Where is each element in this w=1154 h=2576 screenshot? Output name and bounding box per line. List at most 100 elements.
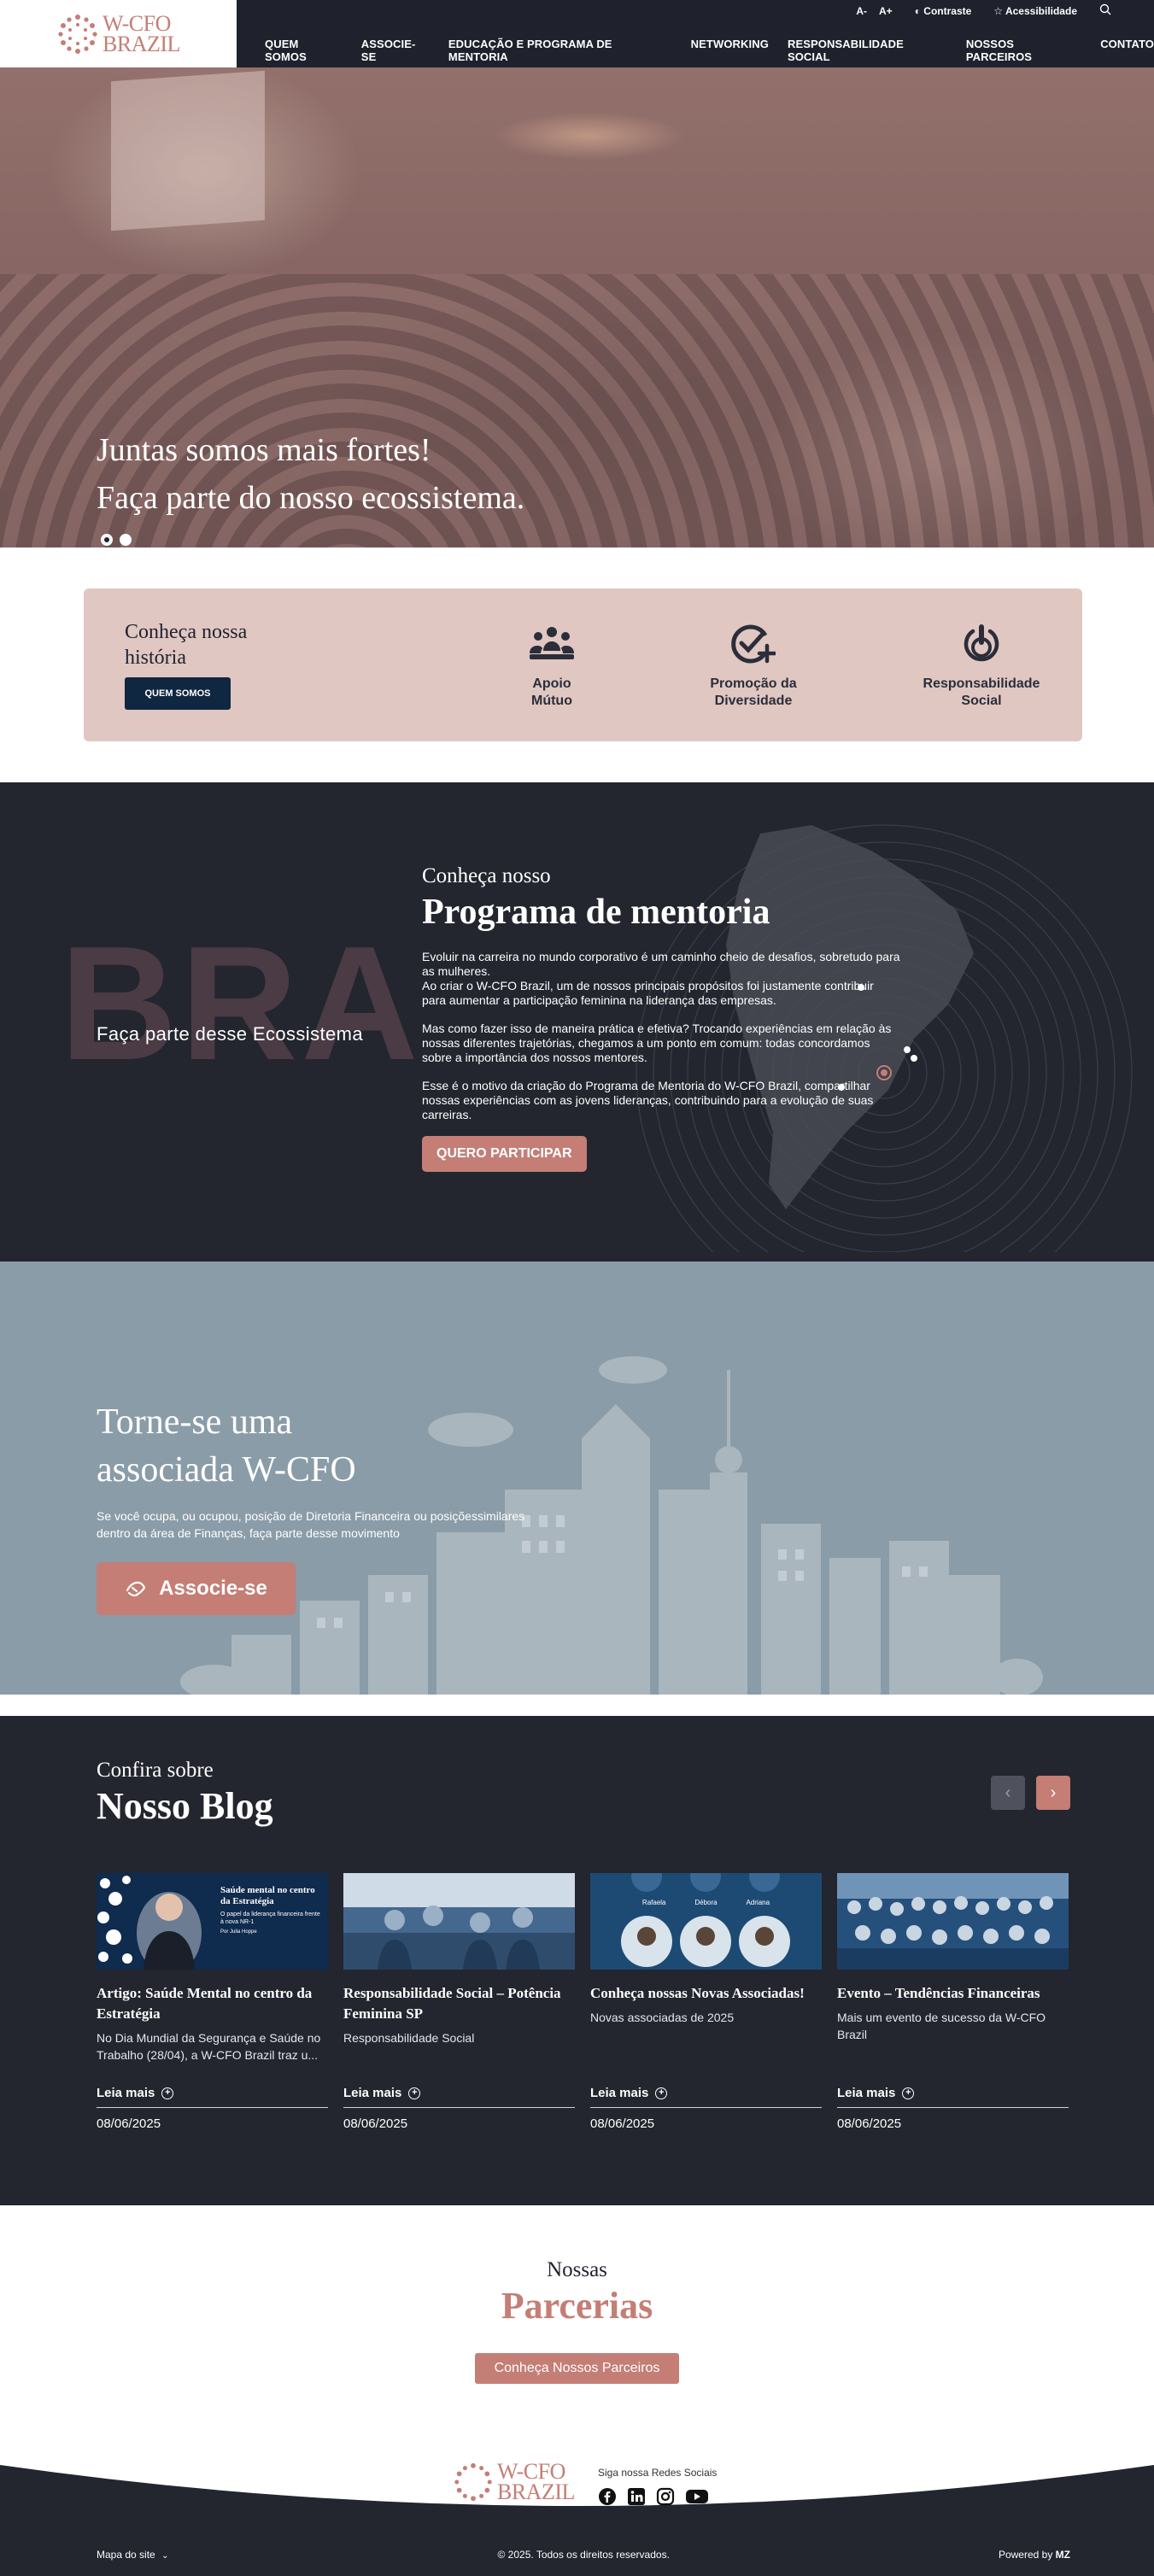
blog-card-excerpt: Mais um evento de sucesso da W-CFO Brazi… xyxy=(837,2011,1046,2041)
slider-dot-2[interactable] xyxy=(120,534,132,546)
feature-promocao-diversidade: Promoção da Diversidade xyxy=(668,623,839,710)
nav-networking[interactable]: Networking xyxy=(691,38,769,63)
blog-card-title[interactable]: Artigo: Saúde Mental no centro da Estrat… xyxy=(97,1983,328,2024)
hero-headline: Juntas somos mais fortes! Faça parte do … xyxy=(97,426,524,522)
linkedin-icon[interactable] xyxy=(627,2487,646,2506)
read-more-link[interactable]: Leia mais + xyxy=(97,2086,328,2108)
blog-card-title[interactable]: Conheça nossas Novas Associadas! xyxy=(590,1983,822,2004)
power-hand-icon xyxy=(964,624,999,662)
blog-card-excerpt: Responsabilidade Social xyxy=(343,2031,475,2045)
blog-card-excerpt: No Dia Mundial da Segurança e Saúde no T… xyxy=(97,2031,321,2062)
font-increase-button[interactable]: A+ xyxy=(879,5,893,17)
accessibility-button[interactable]: ☆ Acessibilidade xyxy=(993,5,1077,17)
blog-title: Nosso Blog xyxy=(97,1785,273,1827)
nav-associe-se[interactable]: Associe-se xyxy=(361,38,430,63)
handshake-icon xyxy=(126,1581,146,1597)
search-button[interactable] xyxy=(1099,3,1111,18)
read-more-label: Leia mais xyxy=(590,2086,649,2100)
footer-bar: Mapa do site ⌄ © 2025. Todos os direitos… xyxy=(0,2533,1154,2576)
quem-somos-button[interactable]: Quem Somos xyxy=(125,677,231,710)
read-more-label: Leia mais xyxy=(97,2086,155,2100)
mentoria-kicker: Conheça nosso xyxy=(422,864,551,887)
blog-thumb-tendencias-financeiras xyxy=(837,1873,1069,1970)
associe-title-line2: associada W-CFO xyxy=(97,1450,356,1490)
quero-participar-button[interactable]: Quero Participar xyxy=(422,1136,587,1172)
plus-circle-icon: + xyxy=(161,2087,174,2099)
blog-card-date: 08/06/2025 xyxy=(837,2116,902,2131)
hero-slider: Juntas somos mais fortes! Faça parte do … xyxy=(0,67,1154,547)
thumb-name-2: Débora xyxy=(694,1899,718,1906)
blog-card-date: 08/06/2025 xyxy=(343,2116,408,2131)
chevron-left-icon: ‹ xyxy=(1005,1783,1011,1802)
blog-card[interactable]: Saúde mental no centro da Estratégia O p… xyxy=(97,1873,328,2131)
nav-nossos-parceiros[interactable]: Nossos Parceiros xyxy=(966,38,1081,63)
nav-responsabilidade-social[interactable]: Responsabilidade Social xyxy=(788,38,947,63)
instagram-icon[interactable] xyxy=(656,2487,675,2506)
blog-next-button[interactable]: › xyxy=(1036,1776,1070,1810)
read-more-link[interactable]: Leia mais + xyxy=(590,2086,822,2108)
contrast-icon: ◐ xyxy=(914,4,921,17)
blog-card[interactable]: Rafaela Débora Adriana Conheça nossas No… xyxy=(590,1873,822,2131)
blog-card-excerpt: Novas associadas de 2025 xyxy=(590,2011,735,2024)
associe-se-label: Associe-se xyxy=(159,1577,267,1600)
read-more-link[interactable]: Leia mais + xyxy=(837,2086,1069,2108)
site-footer: W-CFO BRAZIL Siga nossa Redes Sociais Ma… xyxy=(0,2461,1154,2576)
parcerias-section: Nossas Parcerias Conheça Nossos Parceiro… xyxy=(0,2205,1154,2462)
nav-quem-somos[interactable]: Quem Somos xyxy=(265,38,343,63)
blog-card[interactable]: Evento – Tendências Financeiras Mais um … xyxy=(837,1873,1069,2131)
associe-content: Torne-se uma associada W-CFO Se você ocu… xyxy=(97,1398,541,1615)
feature-responsabilidade-social: Responsabilidade Social xyxy=(896,623,1067,710)
thumb-author: Por Julia Hoppe xyxy=(220,1929,257,1935)
history-card: Conheça nossa história Quem Somos Apoio … xyxy=(84,588,1082,741)
read-more-link[interactable]: Leia mais + xyxy=(343,2086,575,2108)
sitemap-toggle[interactable]: Mapa do site ⌄ xyxy=(97,2549,168,2561)
blog-card-title[interactable]: Evento – Tendências Financeiras xyxy=(837,1983,1069,2004)
logo-link[interactable]: W-CFO BRAZIL xyxy=(0,0,237,67)
sitemap-label: Mapa do site xyxy=(97,2549,155,2561)
footer-logo-line2: BRAZIL xyxy=(497,2479,575,2504)
blog-kicker: Confira sobre xyxy=(97,1759,214,1782)
nav-contato[interactable]: Contato xyxy=(1100,38,1154,63)
logo-line1: W-CFO xyxy=(103,10,171,36)
feature-promocao-line2: Diversidade xyxy=(714,694,793,708)
footer-curve xyxy=(0,2465,1154,2533)
feature-promocao-line1: Promoção da xyxy=(710,676,797,691)
blog-card-title[interactable]: Responsabilidade Social – Potência Femin… xyxy=(343,1983,575,2024)
logo-mark-icon xyxy=(454,2462,492,2502)
people-group-icon xyxy=(530,627,574,659)
conheca-parceiros-button[interactable]: Conheça Nossos Parceiros xyxy=(474,2353,680,2384)
blog-card[interactable]: Responsabilidade Social – Potência Femin… xyxy=(343,1873,575,2131)
mentoria-paragraph-2: Mas como fazer isso de maneira prática e… xyxy=(422,1022,892,1064)
plus-circle-icon: + xyxy=(655,2087,668,2099)
associe-section: Torne-se uma associada W-CFO Se você ocu… xyxy=(0,1262,1154,1695)
logo-line2: BRAZIL xyxy=(103,31,180,56)
blog-prev-button[interactable]: ‹ xyxy=(991,1776,1025,1810)
thumb-subtitle: O papel da liderança financeira frente à… xyxy=(220,1912,320,1925)
footer-logo[interactable]: W-CFO BRAZIL xyxy=(453,2461,575,2504)
thumb-name-1: Rafaela xyxy=(641,1899,666,1906)
blog-cards: Saúde mental no centro da Estratégia O p… xyxy=(97,1873,1069,2131)
associe-se-button[interactable]: Associe-se xyxy=(97,1562,296,1615)
parcerias-title: Parcerias xyxy=(501,2285,653,2327)
powered-brand-link[interactable]: MZ xyxy=(1056,2549,1070,2561)
site-header: W-CFO BRAZIL A- A+ ◐ Contraste ☆ Acessib… xyxy=(0,0,1154,67)
logo-mark-icon xyxy=(58,14,97,54)
slider-dots xyxy=(101,534,132,546)
blog-card-date: 08/06/2025 xyxy=(97,2116,161,2131)
mentoria-paragraph-1: Evoluir na carreira no mundo corporativo… xyxy=(422,950,900,1008)
mentoria-p1a: Evoluir na carreira no mundo corporativo… xyxy=(422,950,900,978)
powered-label: Powered by xyxy=(998,2549,1053,2561)
blog-thumb-saude-mental: Saúde mental no centro da Estratégia O p… xyxy=(97,1873,328,1970)
parcerias-kicker: Nossas xyxy=(547,2258,607,2281)
nav-educacao-mentoria[interactable]: Educação e Programa de Mentoria xyxy=(448,38,672,63)
copyright: © 2025. Todos os direitos reservados. xyxy=(497,2549,670,2561)
font-decrease-button[interactable]: A- xyxy=(856,5,867,17)
contrast-button[interactable]: ◐ Contraste xyxy=(915,5,972,17)
plus-circle-icon: + xyxy=(902,2087,915,2099)
facebook-icon[interactable] xyxy=(598,2487,617,2506)
chevron-down-icon: ⌄ xyxy=(161,2551,169,2561)
thumb-title: Saúde mental no centro da Estratégia xyxy=(220,1885,315,1906)
history-title: Conheça nossa história xyxy=(125,621,248,669)
slider-dot-1[interactable] xyxy=(101,534,113,546)
youtube-icon[interactable] xyxy=(685,2487,709,2506)
